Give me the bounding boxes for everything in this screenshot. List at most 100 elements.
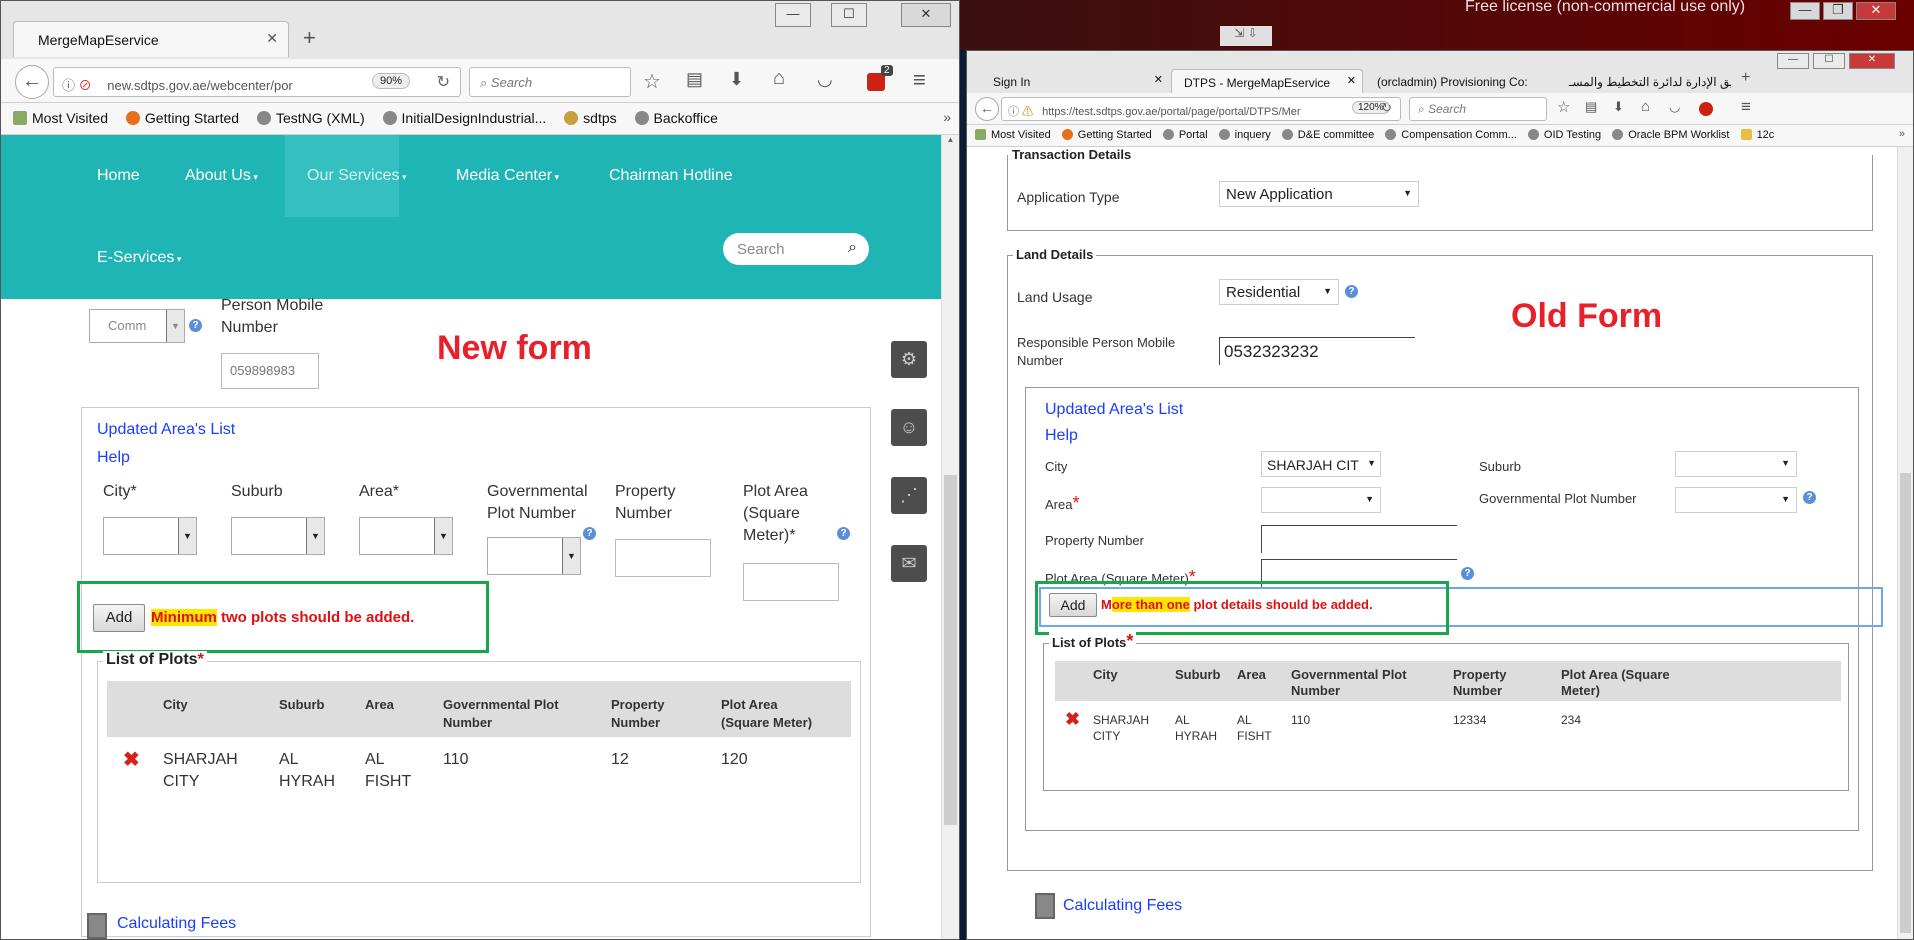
city-select[interactable]: ▼ (103, 517, 197, 555)
left-active-tab[interactable]: MergeMapEservice ✕ (13, 21, 289, 57)
right-menu-icon[interactable]: ≡ (1741, 97, 1751, 117)
right-bookmark-8[interactable]: 12c (1740, 129, 1774, 141)
property-number-input[interactable] (615, 539, 711, 577)
left-url-bar[interactable]: ⓘ ⊘ new.sdtps.gov.ae/webcenter/por 90% ↻ (53, 67, 461, 97)
help-icon[interactable]: ? (1461, 567, 1474, 580)
left-download-icon[interactable]: ⬇ (729, 69, 744, 90)
right-bookmark-4[interactable]: D&E committee (1281, 129, 1374, 141)
share-side-button[interactable]: ⋰ (891, 477, 927, 514)
left-back-icon[interactable]: ← (15, 65, 49, 99)
left-bookmark-star-icon[interactable]: ☆ (643, 69, 661, 94)
help-icon[interactable]: ? (837, 527, 850, 540)
tab-close-icon[interactable]: ✕ (1347, 74, 1356, 87)
left-bookmarks-overflow-icon[interactable]: » (943, 109, 951, 125)
right-close-button[interactable]: ✕ (1849, 53, 1895, 69)
left-bookmark-testng[interactable]: TestNG (XML) (256, 110, 365, 126)
right-updated-area-list-link[interactable]: Updated Area's List (1045, 401, 1183, 419)
site-search-input[interactable]: Search ⌕ (723, 233, 869, 265)
right-bookmark-2[interactable]: Portal (1162, 129, 1208, 141)
help-icon[interactable]: ? (583, 527, 596, 540)
left-minimize-button[interactable]: — (775, 3, 811, 27)
right-tab-active[interactable]: DTPS - MergeMapEservice ✕ (1171, 69, 1363, 95)
resp-mobile-input[interactable]: 0532323232 (1219, 337, 1415, 365)
help-link[interactable]: Help (97, 449, 130, 467)
left-search-box[interactable]: ⌕ Search (469, 67, 631, 97)
right-bookmark-5[interactable]: Compensation Comm... (1385, 129, 1517, 141)
right-help-link[interactable]: Help (1045, 427, 1078, 445)
left-bookmark-most-visited[interactable]: Most Visited (13, 110, 108, 126)
bg-restore-button[interactable]: ❐ (1823, 2, 1853, 20)
right-calculating-fees-link[interactable]: Calculating Fees (1063, 897, 1182, 915)
left-info-icon[interactable]: ⓘ (62, 78, 75, 93)
area-select[interactable]: ▼ (359, 517, 453, 555)
nav-e-services[interactable]: E-Services ▾ (97, 249, 181, 267)
nav-chairman-hotline[interactable]: Chairman Hotline (609, 167, 733, 185)
right-property-input[interactable] (1261, 525, 1457, 553)
right-bookmark-1[interactable]: Getting Started (1061, 129, 1152, 141)
help-icon[interactable]: ? (189, 319, 202, 332)
left-tab-close-icon[interactable]: ✕ (266, 30, 278, 47)
chat-side-button[interactable]: ✉ (891, 545, 927, 582)
right-url-bar[interactable]: ⓘ ⚠ https://test.sdtps.gov.ae/portal/pag… (1001, 97, 1401, 121)
left-new-tab-button[interactable]: + (303, 25, 316, 51)
nav-our-services[interactable]: Our Services ▾ (307, 167, 407, 185)
application-type-select[interactable]: New Application ▼ (1219, 181, 1419, 207)
right-search-box[interactable]: ⌕ Search (1409, 97, 1547, 121)
right-add-button[interactable]: Add (1049, 593, 1097, 617)
right-bookmark-0[interactable]: Most Visited (975, 129, 1051, 141)
left-close-button[interactable]: ✕ (901, 3, 951, 27)
right-reading-list-icon[interactable]: ▤ (1585, 99, 1597, 115)
magnifier-icon[interactable]: ⌕ (848, 239, 857, 257)
right-city-select[interactable]: SHARJAH CIT ▼ (1261, 451, 1381, 477)
right-addon-icon[interactable] (1699, 102, 1713, 116)
left-delete-row-icon[interactable]: ✖ (123, 747, 140, 772)
suburb-select[interactable]: ▼ (231, 517, 325, 555)
left-reading-list-icon[interactable]: ▤ (686, 69, 703, 90)
tab-close-icon[interactable]: ✕ (1154, 73, 1163, 86)
right-bookmark-star-icon[interactable]: ☆ (1557, 98, 1570, 116)
nav-media-center[interactable]: Media Center ▾ (456, 167, 559, 185)
left-scrollbar[interactable]: ▲ (941, 135, 959, 939)
gov-plot-select[interactable]: ▼ (487, 537, 581, 575)
right-suburb-select[interactable]: ▼ (1675, 451, 1797, 477)
right-bookmark-3[interactable]: inquery (1218, 129, 1271, 141)
updated-area-list-link[interactable]: Updated Area's List (97, 421, 235, 439)
right-scrollbar-thumb[interactable] (1900, 473, 1911, 933)
plot-area-input[interactable] (743, 563, 839, 601)
partial-select[interactable]: Comm ▼ (89, 309, 185, 343)
help-icon[interactable]: ? (1345, 285, 1358, 298)
right-bookmark-7[interactable]: Oracle BPM Worklist (1612, 129, 1730, 141)
left-zoom-badge[interactable]: 90% (372, 73, 411, 89)
right-reload-icon[interactable]: ↻ (1381, 100, 1392, 116)
help-icon[interactable]: ? (1803, 491, 1816, 504)
feedback-side-button[interactable]: ☺ (891, 409, 927, 446)
nav-home[interactable]: Home (97, 167, 140, 185)
left-bookmark-sdtps[interactable]: sdtps (564, 110, 617, 126)
right-minimize-button[interactable]: — (1777, 53, 1809, 69)
right-tab-arabic[interactable]: تطبيق الإدارة لدائرة التخطيط والمسـ (1559, 69, 1731, 93)
right-gov-select[interactable]: ▼ (1675, 487, 1797, 513)
left-reload-icon[interactable]: ↻ (437, 72, 450, 92)
settings-side-button[interactable]: ⚙ (891, 341, 927, 378)
bg-minimize-button[interactable]: — (1790, 2, 1820, 20)
right-scrollbar[interactable] (1897, 147, 1913, 939)
left-menu-icon[interactable]: ≡ (913, 67, 926, 93)
left-scrollbar-up-icon[interactable]: ▲ (942, 135, 959, 144)
right-tab-sign-in[interactable]: Sign In ✕ (979, 69, 1169, 93)
right-bookmark-6[interactable]: OID Testing (1527, 129, 1601, 141)
nav-about-us[interactable]: About Us ▾ (185, 167, 258, 185)
left-maximize-button[interactable]: ☐ (831, 3, 867, 27)
bg-close-button[interactable]: ✕ (1856, 2, 1896, 20)
right-new-tab-button[interactable]: + (1741, 69, 1750, 87)
right-delete-row-icon[interactable]: ✖ (1065, 709, 1080, 730)
land-usage-select[interactable]: Residential ▼ (1219, 279, 1339, 305)
left-calculating-fees-link[interactable]: Calculating Fees (117, 915, 236, 933)
left-bookmark-backoffice[interactable]: Backoffice (634, 110, 718, 126)
right-info-icon[interactable]: ⓘ (1008, 106, 1019, 118)
right-bookmarks-overflow-icon[interactable]: » (1899, 128, 1905, 140)
right-maximize-button[interactable]: ☐ (1813, 53, 1845, 69)
right-pocket-icon[interactable]: ◡ (1669, 99, 1680, 115)
left-home-icon[interactable]: ⌂ (773, 67, 785, 90)
right-back-icon[interactable]: ← (975, 97, 999, 121)
right-tab-orcladmin[interactable]: (orcladmin) Provisioning Co: (1367, 69, 1555, 93)
